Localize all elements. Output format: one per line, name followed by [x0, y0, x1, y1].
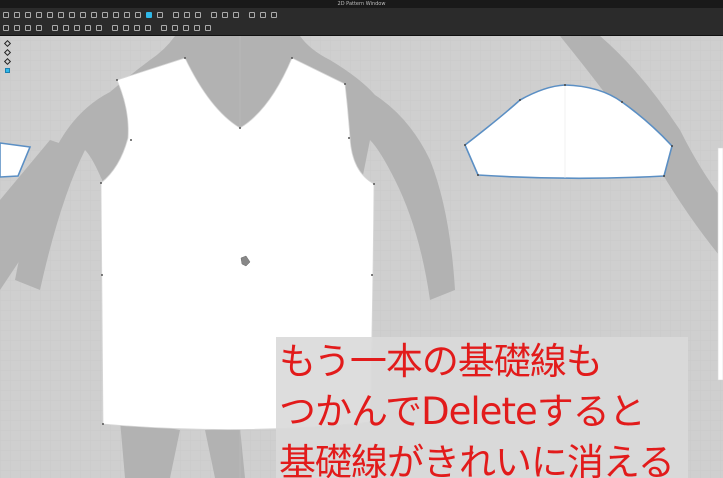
- select-icon[interactable]: [3, 40, 12, 47]
- puckering-icon[interactable]: [270, 11, 278, 19]
- symmetry-icon[interactable]: [160, 24, 168, 32]
- pin-icon[interactable]: [3, 67, 12, 74]
- polygon-icon[interactable]: [68, 11, 76, 19]
- toolbar-row-1: [2, 9, 281, 21]
- internal-line-icon[interactable]: [13, 24, 21, 32]
- add-point-icon[interactable]: [46, 11, 54, 19]
- transform-icon[interactable]: [3, 49, 12, 56]
- arrange-icon[interactable]: [204, 24, 212, 32]
- circle-icon[interactable]: [90, 11, 98, 19]
- pan-icon[interactable]: [193, 24, 201, 32]
- segment-sewing-icon[interactable]: [183, 11, 191, 19]
- auto-seam-icon[interactable]: [35, 24, 43, 32]
- transform-pattern-icon[interactable]: [57, 11, 65, 19]
- edit-curvature-icon[interactable]: [24, 11, 32, 19]
- baseline-icon[interactable]: [2, 24, 10, 32]
- rectangle-icon[interactable]: [79, 11, 87, 19]
- trace-icon[interactable]: [156, 11, 164, 19]
- topstitch-icon[interactable]: [248, 11, 256, 19]
- shirring-icon[interactable]: [62, 24, 70, 32]
- internal-polygon-icon[interactable]: [101, 11, 109, 19]
- internal-circle-icon[interactable]: [123, 11, 131, 19]
- internal-rectangle-icon[interactable]: [112, 11, 120, 19]
- free-sewing-icon[interactable]: [194, 11, 202, 19]
- pattern-canvas[interactable]: もう一本の基礎線も つかんでDeleteすると 基礎線がきれいに消える: [0, 36, 723, 478]
- unfold-icon[interactable]: [24, 24, 32, 32]
- back-partial-pattern[interactable]: [717, 147, 723, 381]
- elastic-icon[interactable]: [73, 24, 81, 32]
- caption-line-1: もう一本の基礎線も: [279, 340, 603, 383]
- ruler-icon[interactable]: [133, 24, 141, 32]
- window-title: 2D Pattern Window: [0, 0, 723, 8]
- fabric-grain-icon[interactable]: [84, 24, 92, 32]
- grading-icon[interactable]: [144, 24, 152, 32]
- caption-box: もう一本の基礎線も つかんでDeleteすると 基礎線がきれいに消える: [276, 337, 688, 478]
- sewing-icon[interactable]: [172, 11, 180, 19]
- edit-point-icon[interactable]: [13, 11, 21, 19]
- annotation-icon[interactable]: [210, 11, 218, 19]
- side-toolbar: [3, 40, 15, 74]
- edit-curve-point-icon[interactable]: [35, 11, 43, 19]
- toolbar: [0, 8, 723, 36]
- caption-line-3: 基礎線がきれいに消える: [279, 441, 675, 478]
- graphic-icon[interactable]: [145, 11, 153, 19]
- fold-icon[interactable]: [51, 24, 59, 32]
- zoom-icon[interactable]: [182, 24, 190, 32]
- button-icon[interactable]: [232, 11, 240, 19]
- check-length-icon[interactable]: [122, 24, 130, 32]
- create-dart-icon[interactable]: [134, 11, 142, 19]
- toolbar-row-2: [2, 22, 215, 34]
- measure-icon[interactable]: [111, 24, 119, 32]
- buttonhole-icon[interactable]: [259, 11, 267, 19]
- zoom-icon[interactable]: [3, 58, 12, 65]
- edit-pattern-icon[interactable]: [2, 11, 10, 19]
- text-icon[interactable]: [221, 11, 229, 19]
- caption-line-2: つかんでDeleteすると: [279, 390, 646, 433]
- pin-icon[interactable]: [95, 24, 103, 32]
- fit-icon[interactable]: [171, 24, 179, 32]
